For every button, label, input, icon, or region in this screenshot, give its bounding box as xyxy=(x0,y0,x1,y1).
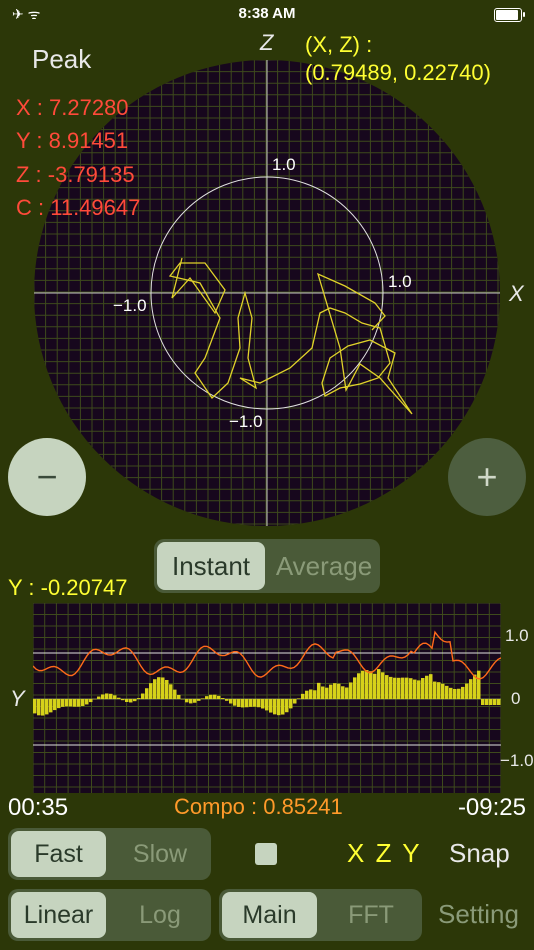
status-time: 8:38 AM xyxy=(238,5,296,22)
tick-x-neg: −1.0 xyxy=(113,296,147,315)
remaining-time: -09:25 xyxy=(457,794,526,821)
xzy-checkbox[interactable] xyxy=(255,843,277,865)
tab-slow[interactable]: Slow xyxy=(109,828,211,880)
peak-x: X : 7.27280 xyxy=(16,95,129,120)
scale-segment: Linear Log xyxy=(8,889,211,941)
zoom-out-button[interactable]: − xyxy=(8,438,86,516)
setting-button[interactable]: Setting xyxy=(438,899,519,930)
peak-y: Y : 8.91451 xyxy=(16,128,129,153)
peak-c: C : 11.49647 xyxy=(16,195,141,220)
z-axis-label: Z xyxy=(260,30,274,55)
speed-segment: Fast Slow xyxy=(8,828,211,880)
status-bar: ✈ ᯤ 8:38 AM xyxy=(0,0,534,30)
elapsed-time: 00:35 xyxy=(8,794,69,821)
graph-tick-mid: 0 xyxy=(511,689,521,708)
tab-instant[interactable]: Instant xyxy=(157,542,265,590)
graph-tick-top: 1.0 xyxy=(505,626,529,645)
peak-label: Peak xyxy=(32,44,92,74)
tab-fft[interactable]: FFT xyxy=(320,889,422,941)
mode-segment: Instant Average xyxy=(154,539,380,593)
peak-z: Z : -3.79135 xyxy=(16,162,135,187)
tab-average[interactable]: Average xyxy=(268,539,380,593)
xz-value: (0.79489, 0.22740) xyxy=(305,60,491,85)
graph-tick-bottom: −1.0 xyxy=(500,751,534,770)
tab-fast[interactable]: Fast xyxy=(11,831,106,877)
tick-z-neg: −1.0 xyxy=(229,412,263,431)
xzy-button[interactable]: X Z Y xyxy=(347,838,422,869)
xz-label: (X, Z) : xyxy=(305,32,373,57)
battery-icon xyxy=(494,8,525,22)
tab-main[interactable]: Main xyxy=(222,892,317,938)
y-axis-label: Y xyxy=(10,686,25,711)
x-axis-label: X xyxy=(509,281,524,306)
tick-x-pos: 1.0 xyxy=(388,272,412,291)
view-segment: Main FFT xyxy=(219,889,422,941)
compo-value: Compo : 0.85241 xyxy=(174,794,343,819)
y-value: Y : -0.20747 xyxy=(8,575,128,600)
tick-z-pos: 1.0 xyxy=(272,155,296,174)
tab-linear[interactable]: Linear xyxy=(11,892,106,938)
tab-log[interactable]: Log xyxy=(109,889,211,941)
time-graph xyxy=(33,603,501,793)
zoom-in-button[interactable]: + xyxy=(448,438,526,516)
snap-button[interactable]: Snap xyxy=(449,838,510,869)
